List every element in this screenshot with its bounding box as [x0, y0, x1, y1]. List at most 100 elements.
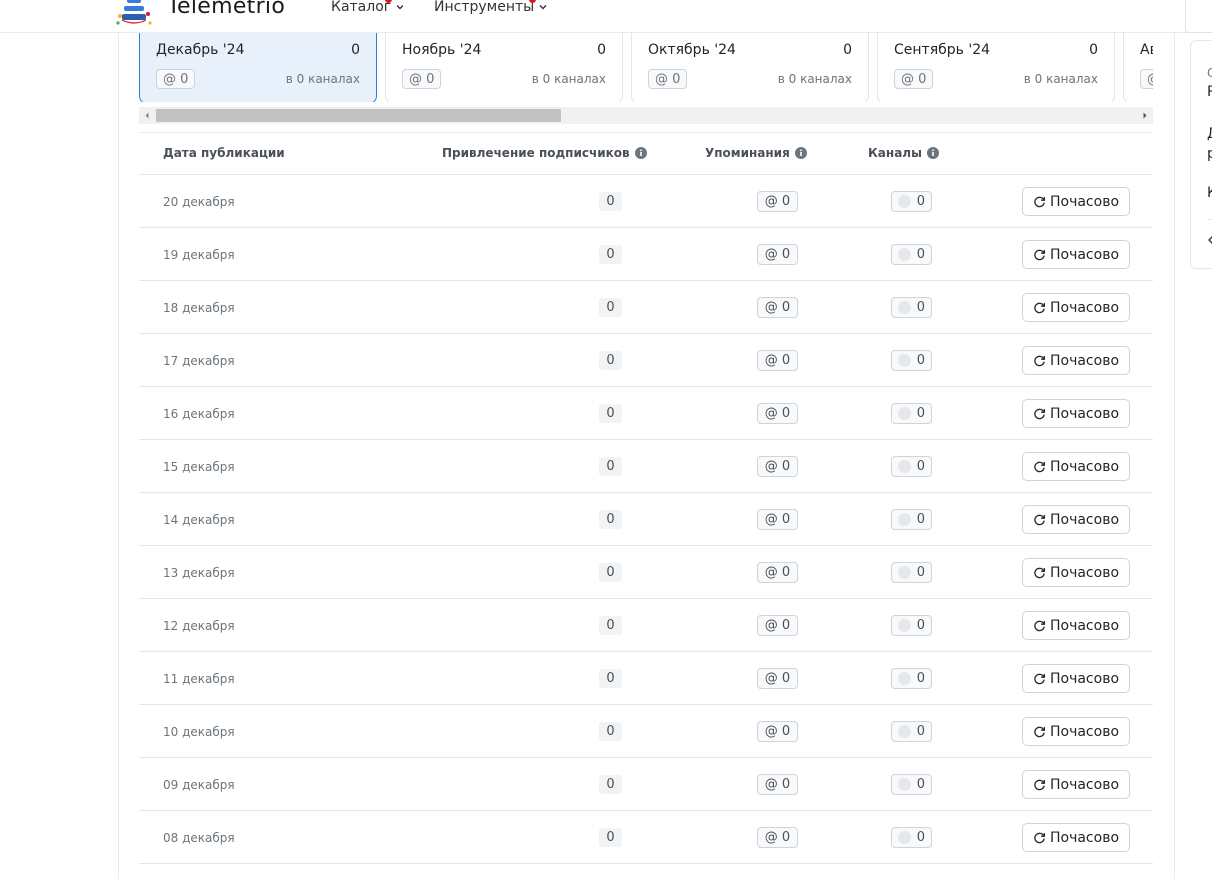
channels-count: 0	[916, 618, 925, 633]
hourly-button[interactable]: Почасово	[1022, 187, 1130, 216]
stats-table: Дата публикации Привлечение подписчиков …	[139, 132, 1153, 864]
scroll-left-icon[interactable]	[139, 107, 155, 124]
channels-badge: 0	[891, 456, 932, 477]
hourly-button[interactable]: Почасово	[1022, 770, 1130, 799]
mentions-badge: @ 0	[757, 456, 798, 477]
month-card-november[interactable]: Ноябрь '24 0 @ 0 в 0 каналах	[385, 32, 623, 102]
refresh-icon	[1034, 249, 1045, 261]
hourly-button[interactable]: Почасово	[1022, 452, 1130, 481]
hourly-button-label: Почасово	[1049, 723, 1120, 740]
subscribers-badge: 0	[599, 457, 622, 476]
hourly-button[interactable]: Почасово	[1022, 293, 1130, 322]
info-icon[interactable]	[794, 147, 807, 159]
table-row: 10 декабря 0 @ 0 0 Почасово	[139, 705, 1153, 758]
subscribers-badge: 0	[599, 298, 622, 317]
chevron-left-icon[interactable]	[1206, 234, 1212, 246]
channel-avatar-icon	[897, 195, 911, 208]
channel-avatar-icon	[897, 248, 911, 261]
refresh-icon	[1034, 302, 1045, 314]
channel-avatar-icon	[897, 407, 911, 420]
hourly-button[interactable]: Почасово	[1022, 505, 1130, 534]
nav-catalog[interactable]: Каталог	[331, 0, 405, 15]
mentions-badge: @ 0	[757, 244, 798, 265]
row-date: 08 декабря	[163, 831, 235, 845]
subscribers-badge: 0	[599, 245, 622, 264]
hourly-button[interactable]: Почасово	[1022, 558, 1130, 587]
channels-badge: 0	[891, 721, 932, 742]
column-header-label: Привлечение подписчиков	[442, 146, 630, 160]
side-panel-divider	[1207, 219, 1212, 220]
channels-count: 0	[916, 512, 925, 527]
logo-mascot-icon[interactable]	[114, 0, 154, 28]
channel-avatar-icon	[897, 354, 911, 367]
refresh-icon	[1034, 726, 1045, 738]
row-date: 10 декабря	[163, 725, 235, 739]
channels-count: 0	[916, 671, 925, 686]
channels-count: 0	[916, 830, 925, 845]
hourly-button-label: Почасово	[1049, 405, 1120, 422]
table-row: 14 декабря 0 @ 0 0 Почасово	[139, 493, 1153, 546]
month-mentions-badge: @ 0	[894, 69, 934, 89]
mentions-badge: @ 0	[757, 827, 798, 848]
channels-count: 0	[916, 247, 925, 262]
mentions-badge: @ 0	[757, 350, 798, 371]
info-icon[interactable]	[926, 147, 939, 159]
hourly-button[interactable]: Почасово	[1022, 240, 1130, 269]
mentions-badge: @ 0	[757, 774, 798, 795]
mentions-badge: @ 0	[757, 297, 798, 318]
channel-avatar-icon	[897, 566, 911, 579]
hourly-button[interactable]: Почасово	[1022, 611, 1130, 640]
logo-text[interactable]: Telemetrio	[167, 0, 285, 19]
month-cards-strip: Декабрь '24 0 @ 0 в 0 каналах Ноябрь '24…	[139, 32, 1153, 102]
mentions-badge: @ 0	[757, 191, 798, 212]
refresh-icon	[1034, 196, 1045, 208]
channels-badge: 0	[891, 827, 932, 848]
hourly-button[interactable]: Почасово	[1022, 346, 1130, 375]
scroll-right-icon[interactable]	[1137, 107, 1153, 124]
header-action-button[interactable]	[1185, 0, 1212, 33]
month-name: Ноябрь '24	[402, 42, 482, 58]
month-card-october[interactable]: Октябрь '24 0 @ 0 в 0 каналах	[631, 32, 869, 102]
subscribers-badge: 0	[599, 775, 622, 794]
month-card-august[interactable]: Ав @	[1123, 32, 1153, 102]
channels-badge: 0	[891, 350, 932, 371]
hourly-button[interactable]: Почасово	[1022, 664, 1130, 693]
table-row: 09 декабря 0 @ 0 0 Почасово	[139, 758, 1153, 811]
channel-avatar-icon	[897, 513, 911, 526]
hourly-button-label: Почасово	[1049, 246, 1120, 263]
month-strip-scrollbar[interactable]	[139, 107, 1153, 124]
refresh-icon	[1034, 673, 1045, 685]
table-row: 18 декабря 0 @ 0 0 Почасово	[139, 281, 1153, 334]
table-body: 20 декабря 0 @ 0 0 Почасово 19 декабря 0 @ 0 0 По…	[139, 175, 1153, 864]
subscribers-badge: 0	[599, 192, 622, 211]
month-mentions-badge: @	[1140, 69, 1153, 89]
channels-count: 0	[916, 565, 925, 580]
refresh-icon	[1034, 779, 1045, 791]
channels-badge: 0	[891, 297, 932, 318]
month-count: 0	[351, 42, 360, 58]
channel-avatar-icon	[897, 301, 911, 314]
channels-badge: 0	[891, 562, 932, 583]
hourly-button-label: Почасово	[1049, 299, 1120, 316]
info-icon[interactable]	[634, 147, 647, 159]
month-card-december[interactable]: Декабрь '24 0 @ 0 в 0 каналах	[139, 32, 377, 102]
month-name: Сентябрь '24	[894, 42, 991, 58]
side-panel-text: Д	[1207, 126, 1212, 142]
channel-avatar-icon	[897, 778, 911, 791]
month-count: 0	[597, 42, 606, 58]
month-card-september[interactable]: Сентябрь '24 0 @ 0 в 0 каналах	[877, 32, 1115, 102]
channels-badge: 0	[891, 668, 932, 689]
row-date: 15 декабря	[163, 460, 235, 474]
month-mentions-badge: @ 0	[648, 69, 688, 89]
scrollbar-thumb[interactable]	[156, 109, 561, 122]
channels-count: 0	[916, 777, 925, 792]
subscribers-badge: 0	[599, 404, 622, 423]
hourly-button[interactable]: Почасово	[1022, 823, 1130, 852]
column-header-subs: Привлечение подписчиков	[442, 146, 647, 160]
channels-count: 0	[916, 406, 925, 421]
row-date: 18 декабря	[163, 301, 235, 315]
hourly-button[interactable]: Почасово	[1022, 399, 1130, 428]
channels-badge: 0	[891, 774, 932, 795]
hourly-button[interactable]: Почасово	[1022, 717, 1130, 746]
month-name: Ав	[1140, 42, 1153, 58]
